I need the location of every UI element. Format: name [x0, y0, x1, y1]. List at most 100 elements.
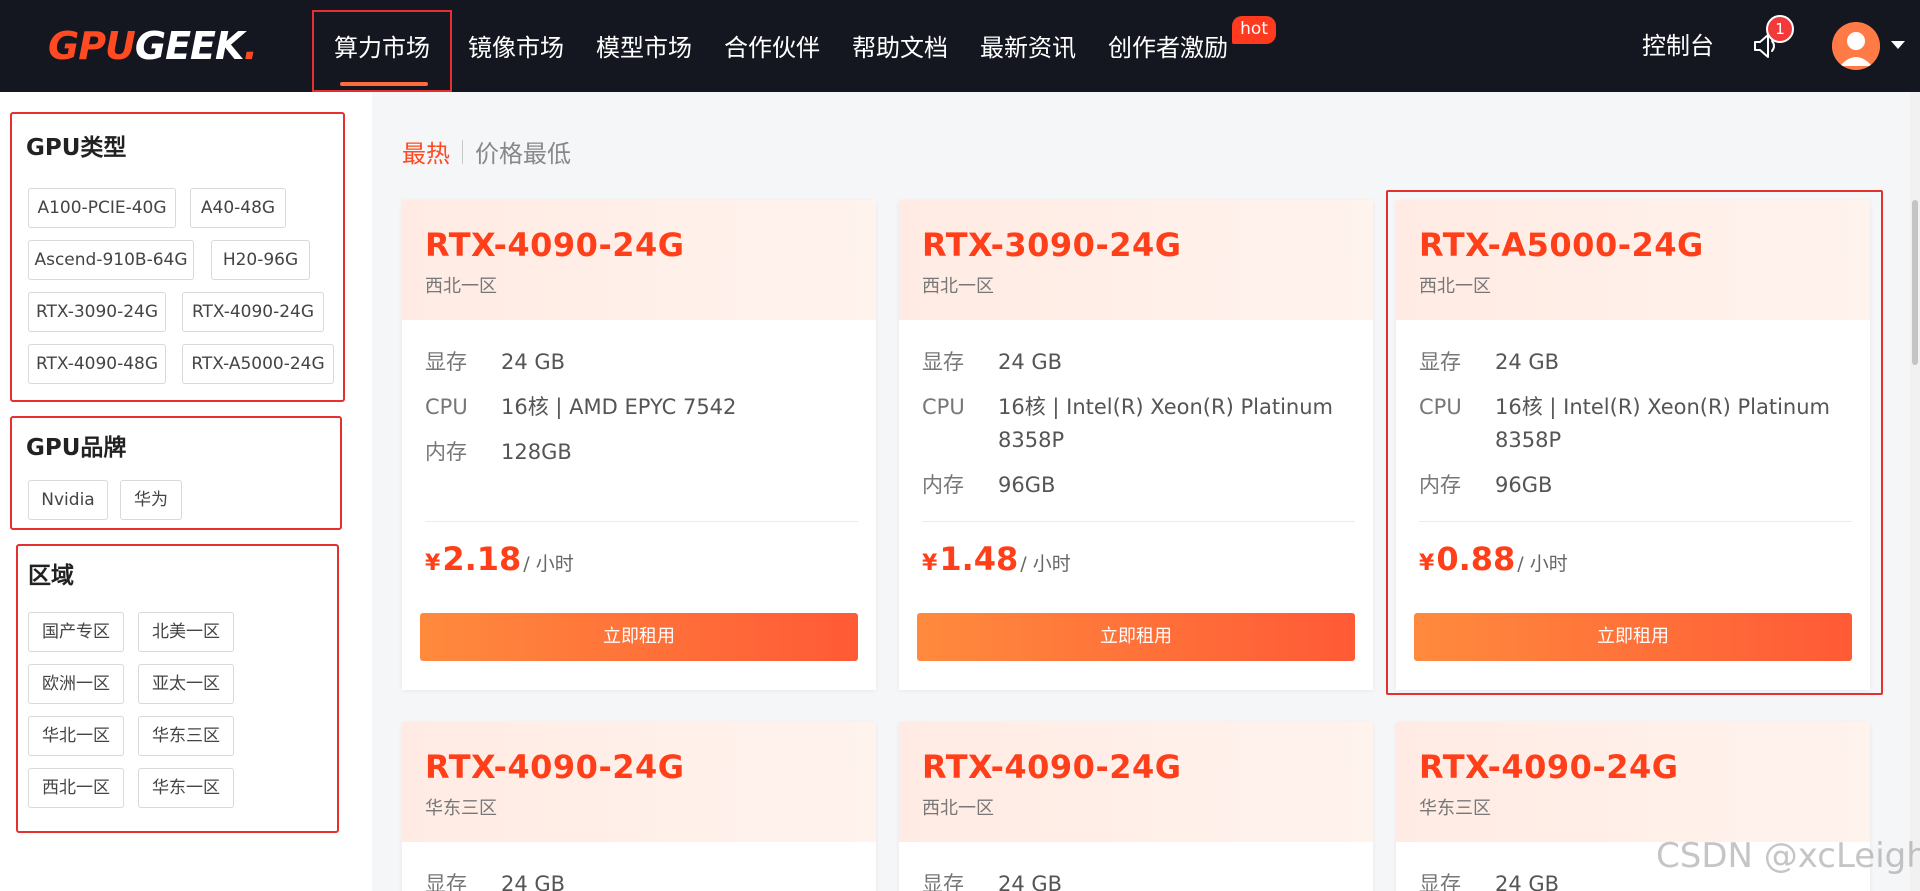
tag-rtx-4090-48g[interactable]: RTX-4090-48G — [28, 344, 166, 384]
user-avatar[interactable] — [1832, 22, 1880, 70]
card-region: 华东三区 — [425, 798, 497, 819]
tag-region-north1[interactable]: 华北一区 — [28, 716, 124, 756]
card-region: 西北一区 — [922, 798, 994, 819]
spec-label: 显存 — [1419, 350, 1461, 374]
spec-label: CPU — [922, 395, 965, 419]
notification-count-badge: 1 — [1766, 15, 1794, 43]
card-region: 西北一区 — [1419, 276, 1491, 297]
rent-now-button[interactable]: 立即租用 — [420, 613, 858, 661]
spec-ram: 内存 128GB — [425, 436, 851, 469]
spec-memory: 显存 24 GB — [922, 346, 1348, 379]
tag-region-east3[interactable]: 华东三区 — [138, 716, 234, 756]
nav-help-docs[interactable]: 帮助文档 — [836, 10, 964, 92]
spec-cpu: CPU 16核 | Intel(R) Xeon(R) Platinum 8358… — [922, 391, 1348, 457]
card-price: ¥ 2.18 / 小时 — [425, 540, 574, 578]
spec-label: CPU — [425, 395, 468, 419]
nav-compute-market[interactable]: 算力市场 — [312, 10, 452, 92]
active-underline — [340, 82, 428, 86]
tag-region-east1[interactable]: 华东一区 — [138, 768, 234, 808]
rent-now-button[interactable]: 立即租用 — [917, 613, 1355, 661]
card-title: RTX-4090-24G — [922, 748, 1182, 786]
gpu-card: RTX-4090-24G 西北一区 显存 24 GB CPU 16核 | AMD… — [402, 200, 876, 690]
card-header: RTX-A5000-24G 西北一区 — [1396, 200, 1870, 320]
spec-memory: 显存 24 GB — [1419, 346, 1845, 379]
page-scrollbar-thumb[interactable] — [1912, 200, 1918, 365]
tag-h20-96g[interactable]: H20-96G — [211, 240, 310, 280]
sort-bar: 最热 价格最低 — [402, 134, 571, 169]
tag-rtx-4090-24g[interactable]: RTX-4090-24G — [182, 292, 324, 332]
spec-value: 128GB — [501, 440, 572, 464]
tag-region-northwest1[interactable]: 西北一区 — [28, 768, 124, 808]
price-value: 2.18 — [442, 540, 522, 578]
tag-region-domestic[interactable]: 国产专区 — [28, 612, 124, 652]
spec-value: 24 GB — [1495, 350, 1560, 374]
tag-region-eu1[interactable]: 欧洲一区 — [28, 664, 124, 704]
tag-ascend-910b-64g[interactable]: Ascend-910B-64G — [28, 240, 194, 280]
caret-down-icon[interactable] — [1891, 41, 1905, 49]
gpu-type-title: GPU类型 — [26, 135, 127, 161]
tag-rtx-3090-24g[interactable]: RTX-3090-24G — [28, 292, 166, 332]
card-header: RTX-4090-24G 华东三区 — [1396, 722, 1870, 842]
nav-label: 帮助文档 — [852, 34, 948, 62]
tag-rtx-a5000-24g[interactable]: RTX-A5000-24G — [182, 344, 334, 384]
gpu-listing-area: 最热 价格最低 RTX-4090-24G 西北一区 显存 24 GB CPU 1… — [372, 92, 1920, 891]
user-avatar-icon — [1832, 22, 1880, 70]
region-filter: 区域 国产专区 北美一区 欧洲一区 亚太一区 华北一区 华东三区 西北一区 华东… — [16, 544, 339, 833]
spec-value: 24 GB — [501, 350, 566, 374]
nav-label: 算力市场 — [334, 34, 430, 62]
nav-label: 创作者激励 — [1108, 34, 1228, 62]
price-unit: / 小时 — [1020, 553, 1071, 575]
spec-cpu: CPU 16核 | AMD EPYC 7542 — [425, 391, 851, 424]
card-header: RTX-4090-24G 西北一区 — [899, 722, 1373, 842]
sort-hottest[interactable]: 最热 — [402, 134, 450, 169]
spec-cpu: CPU 16核 | Intel(R) Xeon(R) Platinum 8358… — [1419, 391, 1845, 457]
spec-label: 显存 — [1419, 872, 1461, 891]
region-title: 区域 — [28, 563, 74, 589]
price-value: 1.48 — [939, 540, 1019, 578]
spec-label: 显存 — [922, 872, 964, 891]
card-title: RTX-3090-24G — [922, 226, 1182, 264]
nav-image-market[interactable]: 镜像市场 — [452, 10, 580, 92]
card-price: ¥ 0.88 / 小时 — [1419, 540, 1568, 578]
price-currency: ¥ — [1419, 551, 1435, 576]
spec-label: CPU — [1419, 395, 1462, 419]
gpu-type-filter: GPU类型 A100-PCIE-40G A40-48G Ascend-910B-… — [10, 112, 345, 402]
tag-a40-48g[interactable]: A40-48G — [190, 188, 286, 228]
tag-region-na1[interactable]: 北美一区 — [138, 612, 234, 652]
rent-now-button[interactable]: 立即租用 — [1414, 613, 1852, 661]
spec-value: 96GB — [1495, 473, 1553, 497]
tag-nvidia[interactable]: Nvidia — [28, 480, 108, 520]
nav-creator-incentive[interactable]: 创作者激励 hot — [1092, 10, 1276, 92]
tag-a100-pcie-40g[interactable]: A100-PCIE-40G — [28, 188, 176, 228]
price-currency: ¥ — [922, 551, 938, 576]
nav-label: 模型市场 — [596, 34, 692, 62]
card-region: 西北一区 — [425, 276, 497, 297]
spec-ram: 内存 96GB — [922, 469, 1348, 502]
gpu-brand-filter: GPU品牌 Nvidia 华为 — [10, 416, 342, 530]
console-link[interactable]: 控制台 — [1642, 24, 1714, 68]
nav-partners[interactable]: 合作伙伴 — [708, 10, 836, 92]
gpu-card: RTX-3090-24G 西北一区 显存 24 GB CPU 16核 | Int… — [899, 200, 1373, 690]
nav-latest-news[interactable]: 最新资讯 — [964, 10, 1092, 92]
spec-value: 24 GB — [998, 350, 1063, 374]
gpugeek-logo[interactable]: GPUGEEK. — [48, 24, 258, 68]
card-price: ¥ 1.48 / 小时 — [922, 540, 1071, 578]
sort-lowest-price[interactable]: 价格最低 — [475, 134, 571, 169]
spec-value: 24 GB — [501, 872, 566, 891]
top-navbar: GPUGEEK. 算力市场 镜像市场 模型市场 合作伙伴 帮助文档 最新资讯 创… — [0, 0, 1920, 92]
spec-label: 内存 — [922, 473, 964, 497]
nav-label: 合作伙伴 — [724, 34, 820, 62]
logo-gpu-text: GPU — [48, 24, 136, 68]
spec-memory: 显存 24 GB — [922, 868, 1348, 891]
nav-model-market[interactable]: 模型市场 — [580, 10, 708, 92]
logo-dot: . — [243, 24, 257, 68]
price-currency: ¥ — [425, 551, 441, 576]
tag-huawei[interactable]: 华为 — [120, 480, 182, 520]
spec-memory: 显存 24 GB — [425, 868, 851, 891]
gpu-card: RTX-A5000-24G 西北一区 显存 24 GB CPU 16核 | In… — [1396, 200, 1870, 690]
card-header: RTX-3090-24G 西北一区 — [899, 200, 1373, 320]
gpu-brand-title: GPU品牌 — [26, 435, 127, 461]
tag-region-ap1[interactable]: 亚太一区 — [138, 664, 234, 704]
hot-badge: hot — [1232, 16, 1276, 44]
sort-separator — [462, 139, 463, 164]
